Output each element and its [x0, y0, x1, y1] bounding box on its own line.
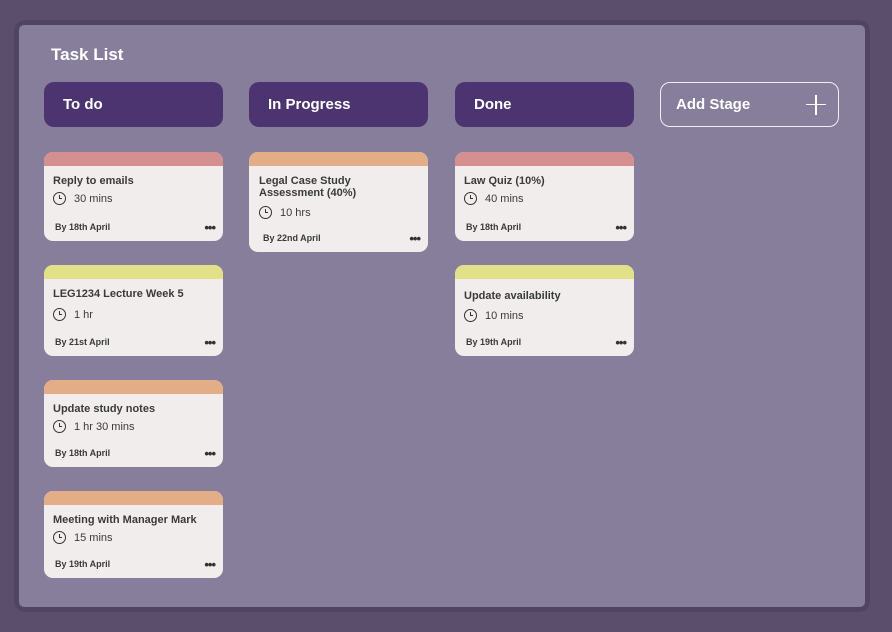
- card-duration: 40 mins: [485, 192, 524, 205]
- card-due-date: By 21st April: [55, 337, 110, 347]
- card-duration: 1 hr: [74, 308, 93, 321]
- clock-icon: [53, 420, 66, 433]
- card-title: Reply to emails: [53, 175, 134, 187]
- page-title: Task List: [51, 45, 124, 64]
- more-icon[interactable]: •••: [204, 446, 216, 461]
- card-title: Meeting with Manager Mark: [53, 514, 197, 526]
- card-title: LEG1234 Lecture Week 5: [53, 288, 184, 300]
- card-due-date: By 18th April: [466, 222, 522, 232]
- card-due-date: By 18th April: [55, 448, 111, 458]
- card-duration: 10 mins: [485, 309, 524, 322]
- add-stage-label: Add Stage: [676, 96, 751, 113]
- card-color-tag: [44, 491, 223, 505]
- task-card[interactable]: Update study notes 1 hr 30 mins By 18th …: [44, 380, 223, 467]
- more-icon[interactable]: •••: [615, 220, 627, 235]
- card-duration: 15 mins: [74, 531, 113, 544]
- card-title: Update study notes: [53, 403, 156, 415]
- clock-icon: [53, 308, 66, 321]
- card-color-tag: [249, 152, 428, 166]
- clock-icon: [53, 531, 66, 544]
- card-due-date: By 22nd April: [263, 233, 321, 243]
- card-title: Legal Case Study Assessment (40%): [259, 175, 357, 199]
- card-color-tag: [44, 265, 223, 279]
- task-card[interactable]: Reply to emails 30 mins By 18th April ••…: [44, 152, 223, 241]
- more-icon[interactable]: •••: [409, 231, 421, 246]
- clock-icon: [259, 206, 272, 219]
- clock-icon: [464, 192, 477, 205]
- task-card[interactable]: Legal Case Study Assessment (40%) 10 hrs…: [249, 152, 428, 252]
- card-title: Law Quiz (10%): [464, 175, 545, 187]
- stage-label: Done: [474, 96, 512, 113]
- card-color-tag: [455, 152, 634, 166]
- card-color-tag: [44, 380, 223, 394]
- stage-header-in-progress[interactable]: In Progress: [249, 82, 428, 127]
- stage-header-todo[interactable]: To do: [44, 82, 223, 127]
- card-color-tag: [455, 265, 634, 279]
- add-stage-button[interactable]: Add Stage: [660, 82, 839, 127]
- task-card[interactable]: Update availability 10 mins By 19th Apri…: [455, 265, 634, 356]
- more-icon[interactable]: •••: [204, 220, 216, 235]
- clock-icon: [53, 192, 66, 205]
- card-title: Update availability: [464, 290, 561, 302]
- task-card[interactable]: Meeting with Manager Mark 15 mins By 19t…: [44, 491, 223, 578]
- more-icon[interactable]: •••: [204, 557, 216, 572]
- stage-label: In Progress: [268, 96, 351, 113]
- card-duration: 1 hr 30 mins: [74, 420, 135, 433]
- card-due-date: By 18th April: [55, 222, 111, 232]
- more-icon[interactable]: •••: [204, 335, 216, 350]
- card-duration: 10 hrs: [280, 206, 311, 219]
- card-due-date: By 19th April: [466, 337, 522, 347]
- card-due-date: By 19th April: [55, 559, 111, 569]
- plus-icon: [806, 94, 826, 115]
- more-icon[interactable]: •••: [615, 335, 627, 350]
- card-color-tag: [44, 152, 223, 166]
- clock-icon: [464, 309, 477, 322]
- card-duration: 30 mins: [74, 192, 113, 205]
- task-card[interactable]: Law Quiz (10%) 40 mins By 18th April •••: [455, 152, 634, 241]
- stage-header-done[interactable]: Done: [455, 82, 634, 127]
- stage-label: To do: [63, 96, 103, 113]
- task-card[interactable]: LEG1234 Lecture Week 5 1 hr By 21st Apri…: [44, 265, 223, 356]
